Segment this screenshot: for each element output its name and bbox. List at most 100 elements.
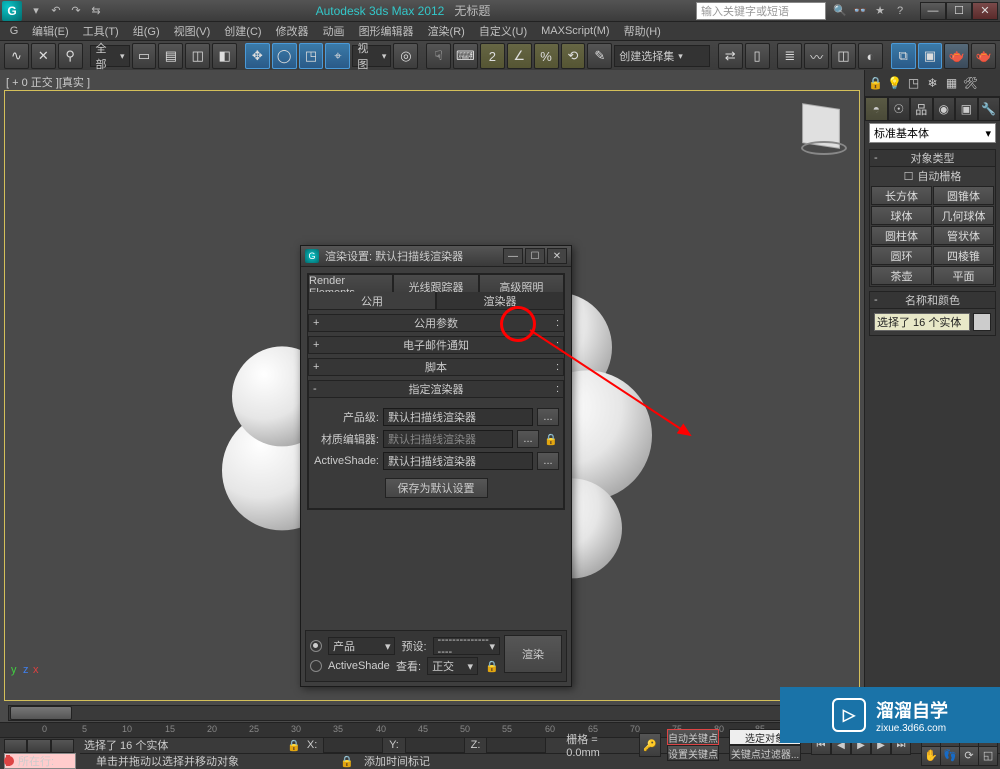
prim-pyramid[interactable]: 四棱锥: [933, 246, 994, 265]
named-sel-dropdown[interactable]: 创建选择集▾: [614, 45, 710, 67]
layers-icon[interactable]: ≣: [777, 43, 802, 69]
prim-torus[interactable]: 圆环: [871, 246, 932, 265]
prim-box[interactable]: 长方体: [871, 186, 932, 205]
align-icon[interactable]: ▯: [745, 43, 770, 69]
prim-cylinder[interactable]: 圆柱体: [871, 226, 932, 245]
tab-hierarchy[interactable]: 品: [910, 97, 933, 121]
bulb-icon[interactable]: 💡: [886, 75, 903, 92]
star-icon[interactable]: ★: [872, 3, 888, 19]
edit-named-sel-icon[interactable]: ✎: [587, 43, 612, 69]
object-color-swatch[interactable]: [973, 313, 991, 331]
snap-angle-icon[interactable]: ∠: [507, 43, 532, 69]
prim-teapot[interactable]: 茶壶: [871, 266, 932, 285]
selection-filter-dropdown[interactable]: 全部▾: [90, 45, 129, 67]
render-setup-icon[interactable]: ⧉: [891, 43, 916, 69]
coord-x-input[interactable]: [323, 737, 383, 753]
render-setup-dialog[interactable]: G 渲染设置: 默认扫描线渲染器 — ☐ ✕ Render Elements 光…: [300, 245, 572, 687]
dialog-maximize-button[interactable]: ☐: [525, 248, 545, 264]
dialog-titlebar[interactable]: G 渲染设置: 默认扫描线渲染器 — ☐ ✕: [301, 246, 571, 267]
bind-tool-icon[interactable]: ⚲: [58, 43, 83, 69]
undo-icon[interactable]: ↶: [48, 3, 64, 19]
tab-common[interactable]: 公用: [308, 292, 436, 310]
isolated-icon[interactable]: ◳: [905, 75, 922, 92]
selection-lock-button[interactable]: 🔒: [287, 738, 301, 752]
tab-utilities[interactable]: 🔧: [978, 97, 1000, 121]
keymode-2[interactable]: [27, 739, 50, 753]
display-icon[interactable]: ▦: [943, 75, 960, 92]
view-dropdown[interactable]: 正交▾: [427, 657, 478, 675]
rotate-tool-icon[interactable]: ◯: [272, 43, 297, 69]
choose-production-renderer-button[interactable]: ...: [537, 408, 559, 426]
move-tool-icon[interactable]: ✥: [245, 43, 270, 69]
menu-view[interactable]: 视图(V): [168, 23, 217, 39]
view-lock-icon[interactable]: 🔒: [484, 658, 500, 674]
prim-plane[interactable]: 平面: [933, 266, 994, 285]
rollout-assign-renderer[interactable]: -指定渲染器:: [308, 380, 564, 398]
link-tool-icon[interactable]: ∿: [4, 43, 29, 69]
use-center-icon[interactable]: ◎: [393, 43, 418, 69]
menu-app-icon[interactable]: G: [4, 25, 24, 37]
menu-create[interactable]: 创建(C): [218, 23, 267, 39]
radio-activeshade[interactable]: [310, 660, 322, 672]
utility-icon[interactable]: 🛠: [962, 75, 979, 92]
menu-maxscript[interactable]: MAXScript(M): [535, 25, 615, 37]
manipulate-icon[interactable]: ☟: [426, 43, 451, 69]
selection-lock-icon[interactable]: 🔒: [867, 75, 884, 92]
prim-cone[interactable]: 圆锥体: [933, 186, 994, 205]
close-button[interactable]: ✕: [972, 2, 998, 20]
choose-medit-renderer-button[interactable]: ...: [517, 430, 539, 448]
menu-help[interactable]: 帮助(H): [618, 23, 667, 39]
dialog-minimize-button[interactable]: —: [503, 248, 523, 264]
spinner-snap-icon[interactable]: ⟲: [561, 43, 586, 69]
help-search-input[interactable]: 输入关键字或短语: [696, 2, 826, 20]
snap-2d-icon[interactable]: 2: [480, 43, 505, 69]
choose-activeshade-renderer-button[interactable]: ...: [537, 452, 559, 470]
radio-product[interactable]: [310, 640, 322, 652]
add-time-tag-button[interactable]: 添加时间标记: [364, 753, 430, 769]
prim-tube[interactable]: 管状体: [933, 226, 994, 245]
menu-customize[interactable]: 自定义(U): [473, 23, 533, 39]
target-product-dropdown[interactable]: 产品▾: [328, 637, 395, 655]
menu-rendering[interactable]: 渲染(R): [422, 23, 471, 39]
time-slider-handle[interactable]: [10, 706, 72, 720]
material-editor-icon[interactable]: ◐: [858, 43, 883, 69]
snap-percent-icon[interactable]: %: [534, 43, 559, 69]
select-region-icon[interactable]: ◫: [185, 43, 210, 69]
schematic-icon[interactable]: ◫: [831, 43, 856, 69]
lock-icon[interactable]: 🔒: [543, 431, 559, 447]
help-search-icon[interactable]: 🔍: [832, 3, 848, 19]
unlink-tool-icon[interactable]: ✕: [31, 43, 56, 69]
tab-motion[interactable]: ◉: [933, 97, 956, 121]
link-icon[interactable]: ⇆: [88, 3, 104, 19]
rollout-common-params[interactable]: +公用参数:: [308, 314, 564, 332]
select-name-icon[interactable]: ▤: [158, 43, 183, 69]
render-icon[interactable]: 🫖: [944, 43, 969, 69]
render-frame-icon[interactable]: ▣: [918, 43, 943, 69]
keyboard-icon[interactable]: ⌨: [453, 43, 478, 69]
rollout-email[interactable]: +电子邮件通知:: [308, 336, 564, 354]
coord-z-input[interactable]: [486, 737, 546, 753]
ref-coord-dropdown[interactable]: 视图▾: [352, 45, 391, 67]
prim-sphere[interactable]: 球体: [871, 206, 932, 225]
time-slider[interactable]: 0 / 100: [4, 703, 860, 723]
menu-grapheditors[interactable]: 图形编辑器: [353, 23, 420, 39]
dialog-close-button[interactable]: ✕: [547, 248, 567, 264]
menu-edit[interactable]: 编辑(E): [26, 23, 75, 39]
rollout-scripts[interactable]: +脚本:: [308, 358, 564, 376]
freeze-icon[interactable]: ❄: [924, 75, 941, 92]
minimize-button[interactable]: —: [920, 2, 946, 20]
keymode-3[interactable]: [51, 739, 74, 753]
render-button[interactable]: 渲染: [504, 635, 562, 673]
tab-create[interactable]: ◓: [865, 97, 888, 121]
mirror-icon[interactable]: ⇄: [718, 43, 743, 69]
viewcube[interactable]: [797, 101, 845, 149]
caret-icon[interactable]: ▾: [28, 3, 44, 19]
tab-renderer[interactable]: 渲染器: [436, 292, 564, 310]
scale-tool-icon[interactable]: ◳: [299, 43, 324, 69]
select-icon[interactable]: ▭: [132, 43, 157, 69]
prim-geosphere[interactable]: 几何球体: [933, 206, 994, 225]
keymode-1[interactable]: [4, 739, 27, 753]
window-crossing-icon[interactable]: ◧: [212, 43, 237, 69]
menu-modifiers[interactable]: 修改器: [270, 23, 315, 39]
preset-dropdown[interactable]: ------------------▾: [433, 637, 500, 655]
